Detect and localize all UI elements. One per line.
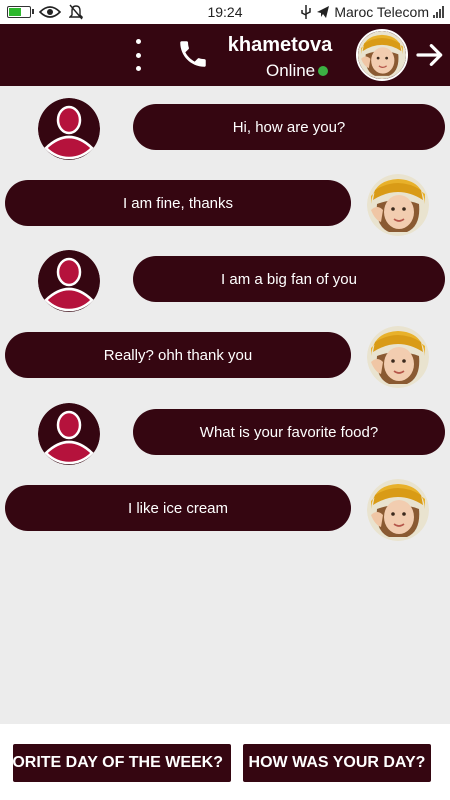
contact-status: Online	[266, 61, 329, 81]
message-row: I am fine, thanks	[0, 174, 450, 238]
contact-avatar	[367, 174, 429, 236]
status-bar: 19:24 Maroc Telecom	[0, 0, 450, 24]
arrow-right-icon[interactable]	[414, 39, 446, 71]
message-row: Hi, how are you?	[0, 98, 450, 162]
message-bubble[interactable]: I am fine, thanks	[5, 180, 351, 226]
telegram-icon	[317, 6, 330, 18]
user-avatar-icon	[38, 98, 100, 160]
suggestion-chip[interactable]: HOW WAS YOUR DAY?	[243, 744, 431, 782]
chat-header: khametova Online	[0, 24, 450, 86]
status-right: Maroc Telecom	[300, 4, 444, 20]
message-row: I like ice cream	[0, 479, 450, 543]
online-dot-icon	[318, 66, 329, 76]
phone-icon[interactable]	[176, 37, 210, 71]
user-avatar-icon	[38, 250, 100, 312]
chat-messages[interactable]: Hi, how are you? I am fine, thanks I am …	[0, 86, 450, 724]
contact-name: khametova	[227, 34, 333, 56]
suggestion-chip[interactable]: VORITE DAY OF THE WEEK?	[13, 744, 231, 782]
message-bubble[interactable]: What is your favorite food?	[133, 409, 445, 455]
contact-avatar	[367, 326, 429, 388]
message-row: Really? ohh thank you	[0, 326, 450, 390]
contact-avatar	[367, 479, 429, 541]
suggestions-bar: VORITE DAY OF THE WEEK? HOW WAS YOUR DAY…	[0, 724, 450, 800]
contact-avatar[interactable]	[356, 29, 408, 81]
message-bubble[interactable]: Hi, how are you?	[133, 104, 445, 150]
signal-icon	[433, 6, 444, 18]
message-bubble[interactable]: I like ice cream	[5, 485, 351, 531]
user-avatar-icon	[38, 403, 100, 465]
carrier-name: Maroc Telecom	[334, 4, 429, 20]
battery-icon	[7, 6, 34, 18]
message-row: What is your favorite food?	[0, 403, 450, 467]
status-text: Online	[266, 61, 316, 80]
message-bubble[interactable]: I am a big fan of you	[133, 256, 445, 302]
message-bubble[interactable]: Really? ohh thank you	[5, 332, 351, 378]
message-row: I am a big fan of you	[0, 250, 450, 314]
usb-icon	[301, 5, 312, 19]
more-vertical-icon[interactable]	[133, 39, 143, 71]
